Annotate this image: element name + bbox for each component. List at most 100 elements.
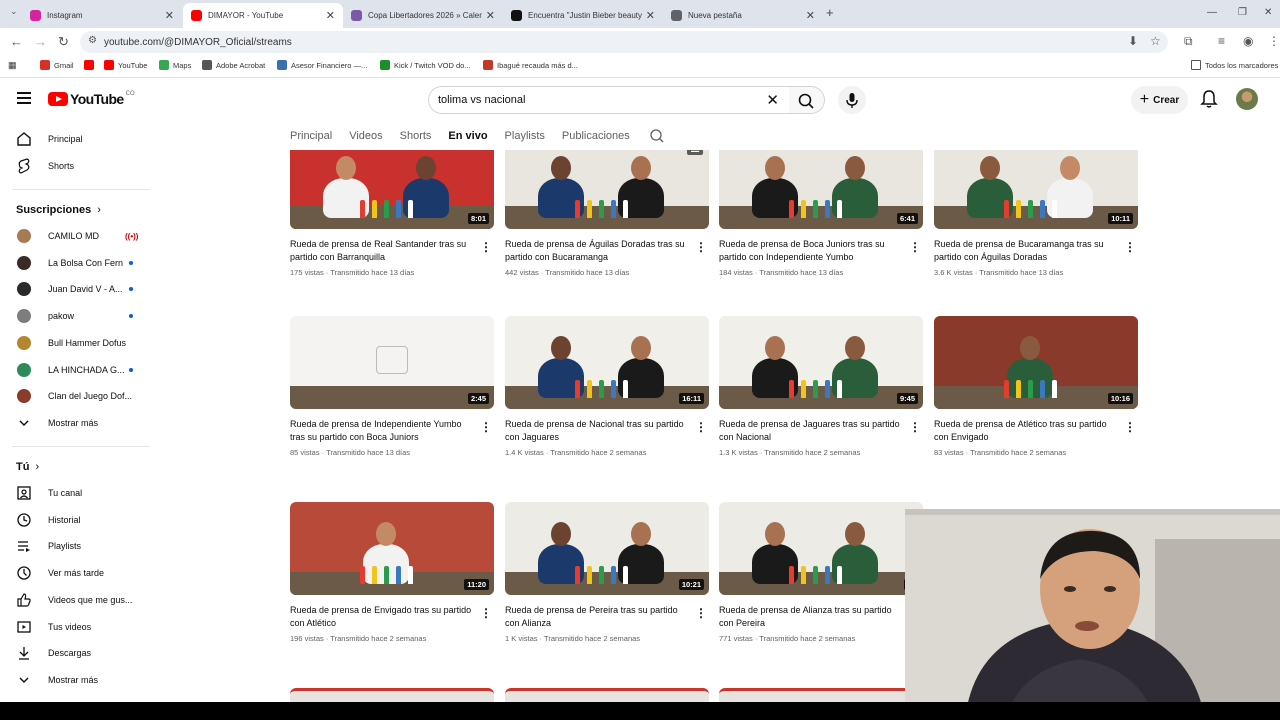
- video-card[interactable]: 16:11 Rueda de prensa de Nacional tras su…: [505, 316, 709, 457]
- sidebar-item-history[interactable]: Historial: [0, 507, 150, 533]
- browser-tab[interactable]: Instagram ✕: [22, 3, 182, 28]
- video-card[interactable]: ☰ Rueda de prensa de Águilas Doradas tras…: [505, 150, 709, 277]
- video-card[interactable]: 10:11 Rueda de prensa de Bucaramanga tras…: [934, 150, 1138, 277]
- more-options-icon[interactable]: ⋮: [1124, 420, 1136, 434]
- subscription-item[interactable]: Clan del Juego Dof...: [0, 383, 150, 409]
- video-title[interactable]: Rueda de prensa de Águilas Doradas tras …: [505, 238, 691, 264]
- video-card[interactable]: 17 Rueda de prensa de Alianza tras su par…: [719, 502, 923, 643]
- new-tab-icon[interactable]: +: [826, 5, 834, 20]
- voice-search-button[interactable]: [838, 86, 866, 114]
- back-icon[interactable]: ←: [10, 34, 23, 49]
- video-thumbnail[interactable]: 10:21: [505, 502, 709, 595]
- channel-tab[interactable]: Shorts: [400, 130, 432, 142]
- hamburger-menu-icon[interactable]: [17, 92, 31, 104]
- queue-icon[interactable]: ☰: [687, 150, 703, 155]
- search-button[interactable]: [789, 86, 825, 114]
- reload-icon[interactable]: ↻: [58, 34, 69, 50]
- bookmark-star-icon[interactable]: ☆: [1150, 34, 1161, 48]
- bookmark-item[interactable]: Asesor Financiero —...: [277, 60, 367, 70]
- video-card[interactable]: 11:20 Rueda de prensa de Envigado tras su…: [290, 502, 494, 643]
- bookmark-item[interactable]: [84, 60, 98, 70]
- sidebar-item-download[interactable]: Descargas: [0, 640, 150, 666]
- browser-tab[interactable]: DIMAYOR - YouTube ✕: [183, 3, 343, 28]
- close-tab-icon[interactable]: ✕: [806, 9, 815, 22]
- sidebar-item-your-videos[interactable]: Tus videos: [0, 614, 150, 640]
- video-thumbnail[interactable]: 2:45: [290, 316, 494, 409]
- more-options-icon[interactable]: ⋮: [695, 240, 707, 254]
- channel-tab[interactable]: En vivo: [448, 130, 487, 142]
- install-icon[interactable]: ⬇: [1128, 34, 1138, 48]
- more-options-icon[interactable]: ⋮: [909, 420, 921, 434]
- more-options-icon[interactable]: ⋮: [695, 420, 707, 434]
- more-options-icon[interactable]: ⋮: [695, 606, 707, 620]
- more-options-icon[interactable]: ⋮: [909, 240, 921, 254]
- close-tab-icon[interactable]: ✕: [646, 9, 655, 22]
- video-title[interactable]: Rueda de prensa de Alianza tras su parti…: [719, 604, 905, 630]
- subscription-item[interactable]: pakow: [0, 303, 150, 329]
- bookmark-item[interactable]: Kick / Twitch VOD do...: [380, 60, 471, 70]
- video-thumbnail[interactable]: 16:11: [505, 316, 709, 409]
- bookmark-item[interactable]: YouTube: [104, 60, 147, 70]
- video-thumbnail[interactable]: 6:41: [719, 150, 923, 229]
- video-thumbnail[interactable]: 8:01: [290, 150, 494, 229]
- user-avatar[interactable]: [1236, 88, 1258, 110]
- apps-icon[interactable]: ▦: [8, 60, 17, 71]
- search-input[interactable]: tolima vs nacional ✕: [428, 86, 790, 114]
- more-options-icon[interactable]: ⋮: [480, 420, 492, 434]
- subscription-item[interactable]: CAMILO MD ((•)): [0, 223, 150, 249]
- close-tab-icon[interactable]: ✕: [486, 9, 495, 22]
- video-title[interactable]: Rueda de prensa de Atlético tras su part…: [934, 418, 1120, 444]
- video-title[interactable]: Rueda de prensa de Real Santander tras s…: [290, 238, 476, 264]
- more-options-icon[interactable]: ⋮: [480, 240, 492, 254]
- url-field[interactable]: ⚙ youtube.com/@DIMAYOR_Oficial/streams: [80, 31, 1168, 53]
- video-title[interactable]: Rueda de prensa de Nacional tras su part…: [505, 418, 691, 444]
- close-tab-icon[interactable]: ✕: [165, 9, 174, 22]
- maximize-icon[interactable]: ❐: [1238, 7, 1247, 18]
- video-card[interactable]: 10:21 Rueda de prensa de Pereira tras su …: [505, 502, 709, 643]
- more-options-icon[interactable]: ⋮: [480, 606, 492, 620]
- clear-search-icon[interactable]: ✕: [766, 91, 779, 109]
- video-thumbnail[interactable]: 17: [719, 502, 923, 595]
- create-button[interactable]: + Crear: [1131, 86, 1188, 114]
- more-options-icon[interactable]: ⋮: [1124, 240, 1136, 254]
- video-thumbnail[interactable]: 10:11: [934, 150, 1138, 229]
- sidebar-item-channel[interactable]: Tu canal: [0, 480, 150, 506]
- notifications-bell-icon[interactable]: [1200, 89, 1218, 109]
- channel-tab[interactable]: Videos: [349, 130, 382, 142]
- video-card[interactable]: 8:01 Rueda de prensa de Real Santander tr…: [290, 150, 494, 277]
- forward-icon[interactable]: →: [34, 34, 47, 49]
- video-thumbnail[interactable]: 9:45: [719, 316, 923, 409]
- bookmark-item[interactable]: Adobe Acrobat: [202, 60, 265, 70]
- profile-icon[interactable]: ◉: [1243, 34, 1253, 48]
- video-card[interactable]: 2:45 Rueda de prensa de Independiente Yum…: [290, 316, 494, 457]
- sidebar-item-playlists[interactable]: Playlists: [0, 533, 150, 559]
- video-card[interactable]: 9:45 Rueda de prensa de Jaguares tras su …: [719, 316, 923, 457]
- close-window-icon[interactable]: ✕: [1264, 7, 1272, 18]
- media-icon[interactable]: ≡: [1218, 34, 1225, 48]
- video-title[interactable]: Rueda de prensa de Boca Juniors tras su …: [719, 238, 905, 264]
- menu-icon[interactable]: ⋮: [1268, 34, 1280, 48]
- tab-search-icon[interactable]: ⌄: [10, 6, 18, 17]
- browser-tab[interactable]: Encuentra "Justin Bieber beauty and ✕: [503, 3, 663, 28]
- bookmark-item[interactable]: Gmail: [40, 60, 74, 70]
- subscription-item[interactable]: Bull Hammer Dofus: [0, 330, 150, 356]
- partial-video-thumbnail[interactable]: [719, 688, 923, 702]
- sidebar-show-more[interactable]: Mostrar más: [0, 410, 150, 436]
- video-title[interactable]: Rueda de prensa de Bucaramanga tras su p…: [934, 238, 1120, 264]
- sidebar-show-more[interactable]: Mostrar más: [0, 667, 150, 693]
- you-heading[interactable]: Tú ›: [16, 461, 39, 473]
- video-thumbnail[interactable]: 11:20: [290, 502, 494, 595]
- browser-tab[interactable]: Copa Libertadores 2026 » Calendar ✕: [343, 3, 503, 28]
- partial-video-thumbnail[interactable]: [290, 688, 494, 702]
- channel-tab[interactable]: Playlists: [505, 130, 545, 142]
- channel-search-icon[interactable]: [649, 128, 665, 144]
- subscription-item[interactable]: La Bolsa Con Fern: [0, 250, 150, 276]
- partial-video-thumbnail[interactable]: [505, 688, 709, 702]
- all-bookmarks[interactable]: Todos los marcadores: [1191, 60, 1278, 70]
- video-title[interactable]: Rueda de prensa de Envigado tras su part…: [290, 604, 476, 630]
- video-card[interactable]: 6:41 Rueda de prensa de Boca Juniors tras…: [719, 150, 923, 277]
- bookmark-item[interactable]: Maps: [159, 60, 191, 70]
- channel-tab[interactable]: Publicaciones: [562, 130, 630, 142]
- bookmark-item[interactable]: Ibagué recauda más d...: [483, 60, 578, 70]
- video-card[interactable]: 10:16 Rueda de prensa de Atlético tras su…: [934, 316, 1138, 457]
